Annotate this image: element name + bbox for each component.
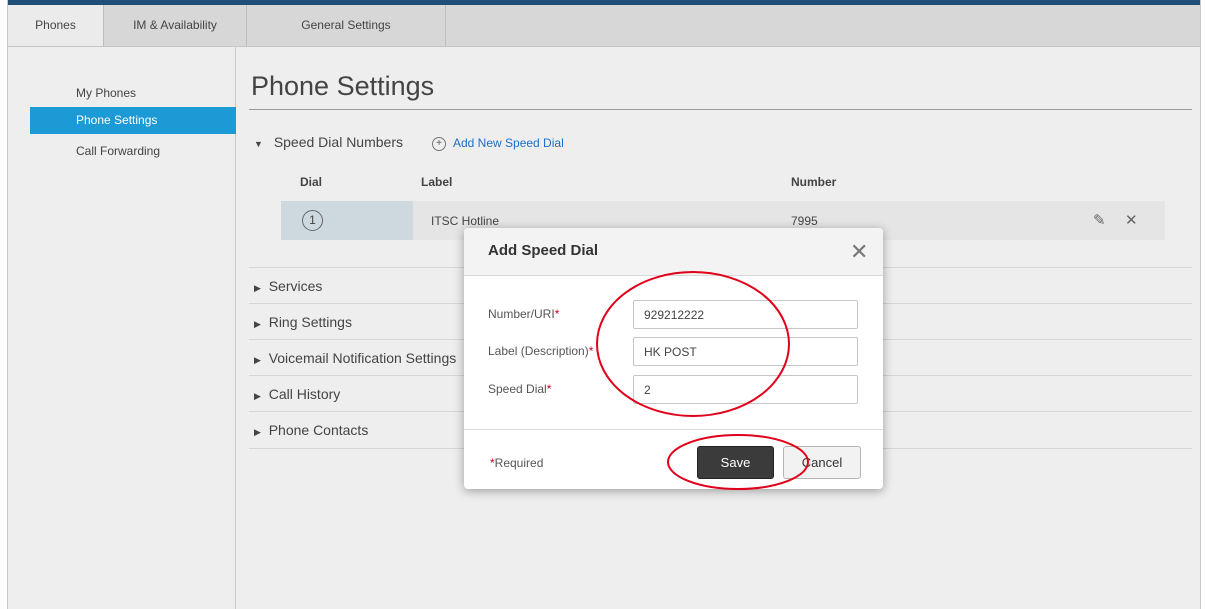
number-uri-input[interactable] xyxy=(633,300,858,329)
section-voicemail-label: Voicemail Notification Settings xyxy=(268,350,457,366)
sidebar-item-my-phones[interactable]: My Phones xyxy=(30,80,236,107)
sidebar-item-phone-settings[interactable]: Phone Settings xyxy=(30,107,236,134)
triangle-right-icon: ▶ xyxy=(254,283,261,293)
add-new-speed-dial-link[interactable]: + Add New Speed Dial xyxy=(432,136,564,151)
label-description-input[interactable] xyxy=(633,337,858,366)
pencil-icon[interactable]: ✎ xyxy=(1093,211,1106,229)
plus-circle-icon: + xyxy=(432,136,446,151)
top-tab-bar: Phones IM & Availability General Setting… xyxy=(8,5,1200,47)
required-note: *Required xyxy=(490,456,544,470)
section-services-label: Services xyxy=(268,278,323,294)
column-header-label: Label xyxy=(421,175,453,189)
title-divider xyxy=(249,109,1192,110)
page-title: Phone Settings xyxy=(251,71,435,101)
sidebar-item-call-forwarding[interactable]: Call Forwarding xyxy=(30,138,236,165)
dial-cell: 1 xyxy=(281,201,413,240)
speed-dial-section-label: Speed Dial Numbers xyxy=(273,134,403,150)
number-uri-label: Number/URI* xyxy=(488,307,560,321)
triangle-right-icon: ▶ xyxy=(254,355,261,365)
tab-im-availability[interactable]: IM & Availability xyxy=(104,5,247,46)
section-phone-contacts-label: Phone Contacts xyxy=(268,422,369,438)
dialog-footer-divider xyxy=(464,429,883,430)
sidebar: My Phones Phone Settings Call Forwarding xyxy=(8,46,236,609)
triangle-down-icon: ▼ xyxy=(254,139,263,149)
section-call-history-label: Call History xyxy=(268,386,341,402)
close-icon[interactable]: ✕ xyxy=(1125,211,1138,229)
tab-phones[interactable]: Phones xyxy=(8,5,104,46)
speed-dial-label: Speed Dial* xyxy=(488,382,552,396)
close-icon[interactable]: ✕ xyxy=(850,239,868,265)
tab-general-settings[interactable]: General Settings xyxy=(247,5,446,46)
save-button[interactable]: Save xyxy=(697,446,774,479)
column-header-dial: Dial xyxy=(300,175,323,189)
dialog-title: Add Speed Dial xyxy=(488,242,599,259)
add-speed-dial-dialog: Add Speed Dial ✕ Number/URI* Label (Desc… xyxy=(464,228,883,489)
cancel-button[interactable]: Cancel xyxy=(783,446,861,479)
row-label: ITSC Hotline xyxy=(431,214,500,228)
column-header-number: Number xyxy=(791,175,837,189)
speed-dial-section-header[interactable]: ▼ Speed Dial Numbers xyxy=(254,134,403,154)
triangle-right-icon: ▶ xyxy=(254,391,261,401)
add-new-speed-dial-label: Add New Speed Dial xyxy=(453,136,564,150)
dialog-header: Add Speed Dial ✕ xyxy=(464,228,883,276)
label-description-label: Label (Description)* xyxy=(488,344,594,358)
row-number: 7995 xyxy=(791,214,818,228)
triangle-right-icon: ▶ xyxy=(254,319,261,329)
speed-dial-input[interactable] xyxy=(633,375,858,404)
triangle-right-icon: ▶ xyxy=(254,427,261,437)
dial-number-badge: 1 xyxy=(302,210,323,231)
section-ring-settings-label: Ring Settings xyxy=(268,314,352,330)
